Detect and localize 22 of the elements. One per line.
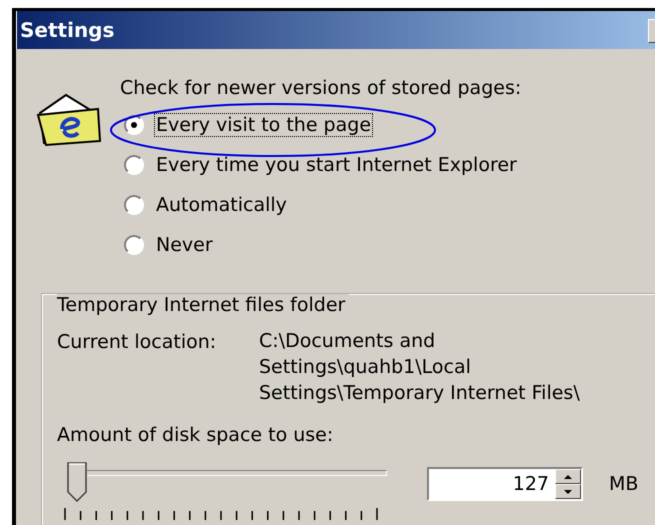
radio-button[interactable]: [124, 155, 144, 175]
location-path: Settings\Temporary Internet Files\: [259, 381, 580, 406]
disk-space-slider[interactable]: [67, 462, 387, 502]
window-title: Settings: [20, 18, 114, 42]
radio-label[interactable]: Every visit to the page: [154, 113, 374, 137]
unit-label: MB: [609, 473, 638, 495]
folder-icon: [36, 91, 104, 147]
location-path: Settings\quahb1\Local: [259, 355, 472, 380]
location-label: Current location:: [57, 331, 218, 355]
spin-buttons[interactable]: [555, 469, 581, 499]
check-label: Check for newer versions of stored pages:: [120, 77, 522, 101]
radio-button[interactable]: [124, 235, 144, 255]
radio-button[interactable]: [124, 115, 144, 135]
group-title: Temporary Internet files folder: [57, 294, 350, 316]
radio-button[interactable]: [124, 195, 144, 215]
slider-thumb[interactable]: [67, 462, 87, 502]
radio-label[interactable]: Every time you start Internet Explorer: [154, 153, 519, 177]
radio-label[interactable]: Never: [154, 233, 215, 257]
disk-space-label: Amount of disk space to use:: [57, 424, 334, 446]
radio-label[interactable]: Automatically: [154, 193, 289, 217]
disk-size-field[interactable]: 127: [427, 467, 583, 501]
location-path: C:\Documents and: [259, 329, 436, 354]
